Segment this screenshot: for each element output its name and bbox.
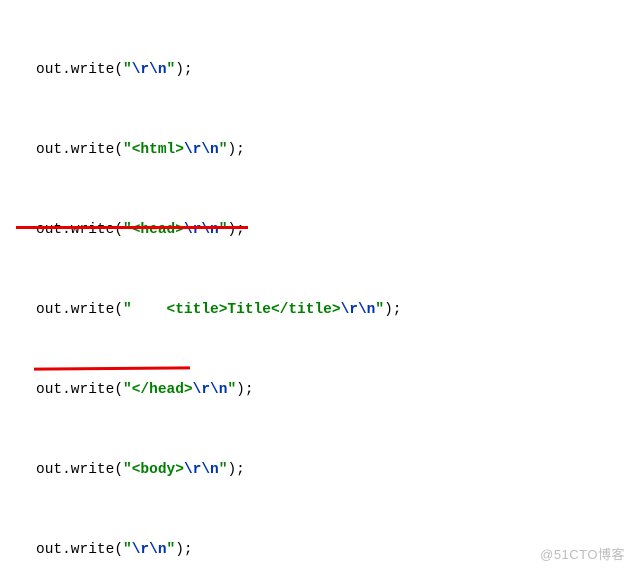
code-line: out.write("<html>\r\n"); bbox=[0, 140, 637, 160]
code-line: out.write(" <title>Title</title>\r\n"); bbox=[0, 300, 637, 320]
red-underline-icon bbox=[34, 366, 190, 370]
code-line: out.write("<head>\r\n"); bbox=[0, 220, 637, 240]
code-editor: out.write("\r\n"); out.write("<html>\r\n… bbox=[0, 0, 637, 575]
code-line: out.write("\r\n"); bbox=[0, 60, 637, 80]
code-line: out.write("</head>\r\n"); bbox=[0, 380, 637, 400]
code-line: out.write("<body>\r\n"); bbox=[0, 460, 637, 480]
red-underline-icon bbox=[16, 226, 248, 229]
watermark-text: @51CTO博客 bbox=[540, 545, 625, 565]
